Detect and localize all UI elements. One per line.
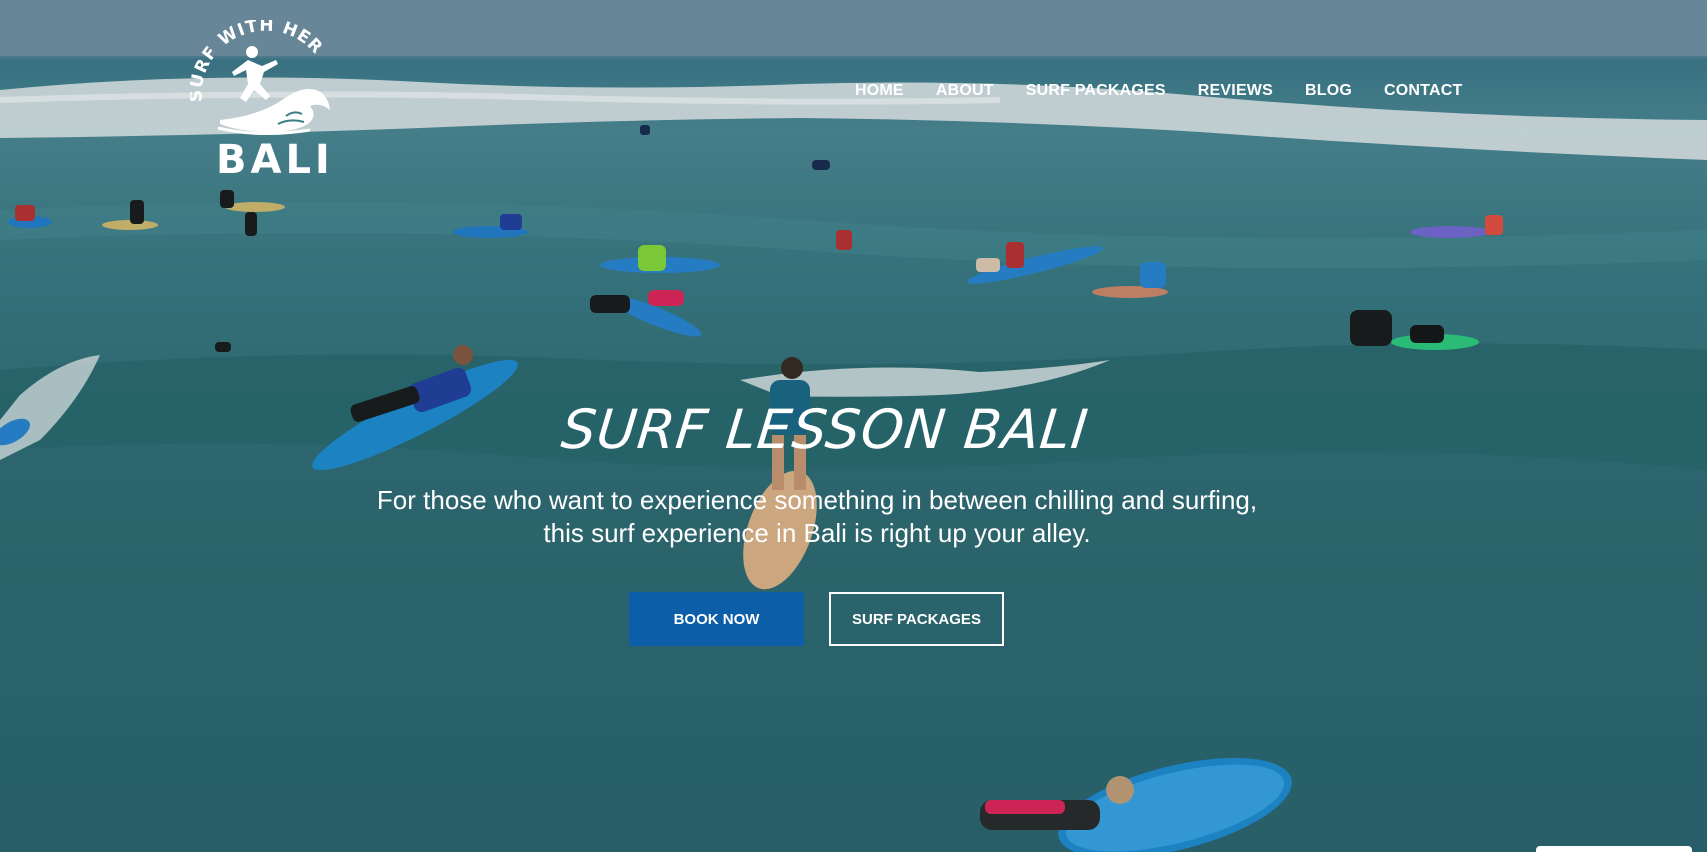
nav-item-blog[interactable]: BLOG [1305,82,1352,100]
main-navigation: HOME ABOUT SURF PACKAGES REVIEWS BLOG CO… [855,82,1494,100]
nav-item-surf-packages[interactable]: SURF PACKAGES [1026,82,1166,100]
book-now-button[interactable]: BOOK NOW [629,592,804,646]
surfer-on-wave-icon: SURF WITH HERRY [190,20,330,136]
nav-item-contact[interactable]: CONTACT [1384,82,1462,100]
hero-subtitle-line-2: this surf experience in Bali is right up… [543,518,1091,548]
hero-section: SURF WITH HERRY BALI HOME ABOUT SURF PAC… [0,0,1707,852]
hero-title: SURF LESSON BALI [558,398,1092,461]
chat-widget-tab[interactable] [1536,846,1692,852]
logo-main-text: BALI [216,137,334,183]
nav-item-about[interactable]: ABOUT [936,82,994,100]
nav-item-reviews[interactable]: REVIEWS [1198,82,1273,100]
hero-subtitle: For those who want to experience somethi… [0,484,1634,550]
surf-packages-button[interactable]: SURF PACKAGES [829,592,1004,646]
site-logo[interactable]: SURF WITH HERRY BALI [190,20,340,180]
nav-item-home[interactable]: HOME [855,82,904,100]
hero-subtitle-line-1: For those who want to experience somethi… [376,485,1258,515]
